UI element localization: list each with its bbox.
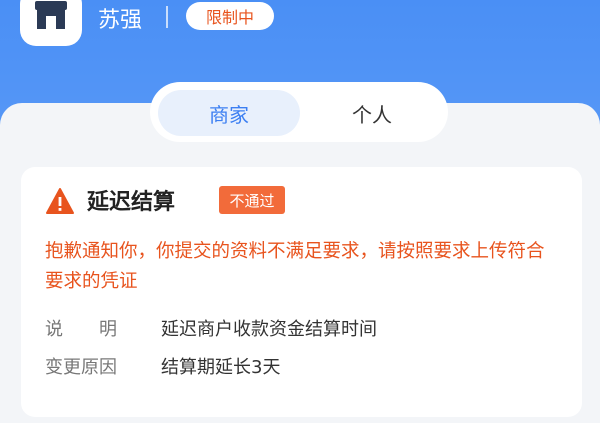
tab-personal[interactable]: 个人 — [302, 90, 442, 136]
avatar[interactable] — [20, 0, 82, 46]
warning-icon — [45, 187, 75, 219]
delayed-settlement-card: 延迟结算 不通过 抱歉通知你，你提交的资料不满足要求，请按照要求上传符合要求的凭… — [21, 167, 582, 417]
tab-switcher: 商家 个人 — [150, 82, 448, 142]
tab-merchant[interactable]: 商家 — [158, 90, 300, 136]
detail-label: 说 明 — [45, 319, 117, 340]
rejection-message: 抱歉通知你，你提交的资料不满足要求，请按照要求上传符合要求的凭证 — [45, 241, 545, 292]
header-divider — [166, 6, 168, 28]
status-badge: 限制中 — [186, 2, 274, 30]
detail-label: 变更原因 — [45, 357, 117, 378]
store-icon — [33, 0, 69, 35]
detail-value: 结算期延长3天 — [161, 357, 281, 378]
detail-value: 延迟商户收款资金结算时间 — [161, 319, 377, 340]
card-title: 延迟结算 — [87, 190, 176, 215]
rejected-badge: 不通过 — [219, 186, 285, 214]
merchant-name: 苏强 — [98, 8, 143, 33]
